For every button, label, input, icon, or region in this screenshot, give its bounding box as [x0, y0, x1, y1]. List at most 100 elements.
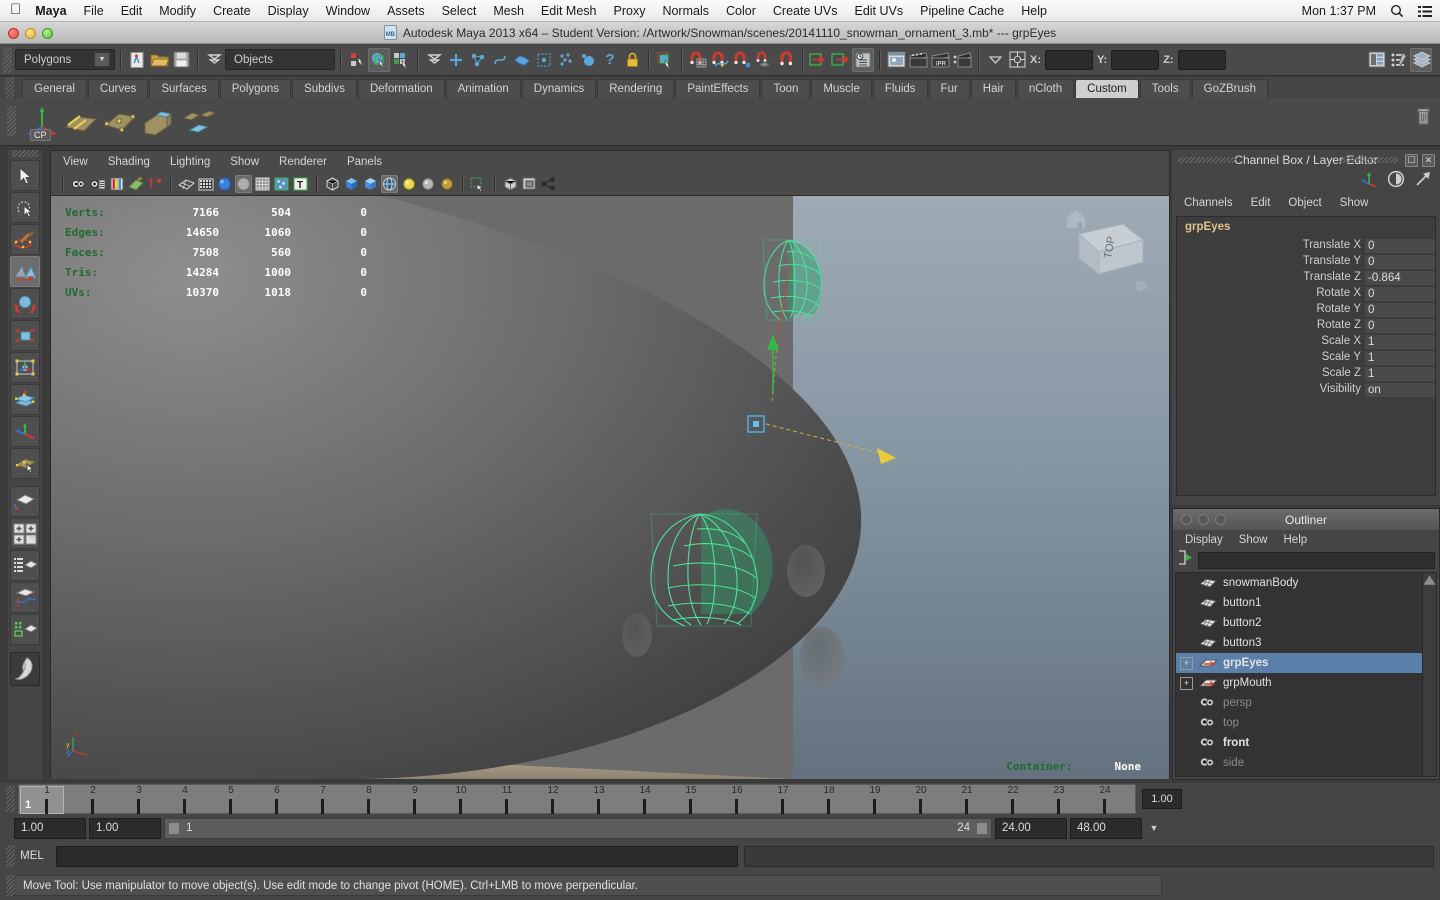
toggle-attribute-editor-button[interactable]	[1366, 48, 1388, 72]
default-light-icon[interactable]	[400, 175, 417, 193]
shelf-tab-fluids[interactable]: Fluids	[872, 79, 928, 98]
select-by-object-type-button[interactable]	[368, 47, 390, 72]
new-scene-button[interactable]	[126, 48, 148, 72]
channel-box-menu-edit[interactable]: Edit	[1251, 197, 1271, 209]
osx-menu-help[interactable]: Help	[1021, 4, 1047, 18]
duplicate-view-icon[interactable]	[521, 175, 538, 193]
search-icon[interactable]	[1390, 4, 1404, 18]
soft-modification-tool[interactable]	[10, 384, 40, 415]
paint-select-tool[interactable]	[10, 224, 40, 255]
ipr-render-button[interactable]: IPR	[929, 48, 951, 72]
coord-z-field[interactable]	[1177, 49, 1226, 70]
shelf-item-crease-tool[interactable]	[63, 104, 99, 140]
outliner-search-input[interactable]	[1198, 551, 1435, 569]
single-perspective-layout[interactable]	[10, 486, 40, 517]
shelf-tab-polygons[interactable]: Polygons	[219, 79, 292, 98]
shelf-item-cp-axis[interactable]: CP	[24, 104, 60, 141]
shelf-tab-ncloth[interactable]: nCloth	[1016, 79, 1075, 98]
coord-x-field[interactable]	[1045, 49, 1093, 70]
particles-mask-button[interactable]	[555, 48, 577, 72]
osx-menu-modify[interactable]: Modify	[159, 4, 196, 18]
apple-icon[interactable]: 	[10, 2, 21, 17]
render-view-button[interactable]	[885, 48, 907, 72]
outliner-item-top[interactable]: top	[1176, 713, 1436, 733]
animation-start-field[interactable]: 1.00	[14, 817, 86, 839]
osx-menu-select[interactable]: Select	[442, 4, 477, 18]
viewport-canvas[interactable]: TOP Verts: 7166 504 0 Edges: 14650 1060 …	[51, 196, 1169, 779]
time-slider-track[interactable]: 1 1 2 3 4 5 6 7 8 9 10 11 12 13 14 15 16…	[18, 784, 1136, 814]
show-manipulator-tool[interactable]	[10, 416, 40, 447]
shelf-tab-surfaces[interactable]: Surfaces	[149, 79, 219, 98]
coord-y-field[interactable]	[1111, 49, 1160, 70]
osx-menu-create-uvs[interactable]: Create UVs	[773, 4, 838, 18]
render-current-frame-button[interactable]	[907, 48, 929, 72]
curve-mask-button[interactable]	[489, 48, 511, 72]
shelf-tab-toon[interactable]: Toon	[761, 79, 811, 98]
shelf-tab-hair[interactable]: Hair	[970, 79, 1016, 98]
camera-attributes-icon[interactable]	[89, 175, 106, 193]
grid-toggle-icon[interactable]	[502, 175, 519, 193]
chevron-down-icon[interactable]	[984, 48, 1006, 72]
outliner-minimize-button[interactable]	[1198, 514, 1209, 525]
shelf-tab-fur[interactable]: Fur	[928, 79, 970, 98]
time-slider-grip[interactable]	[6, 786, 15, 812]
maximize-window-button[interactable]	[42, 27, 53, 39]
toggle-channel-box-button[interactable]	[1410, 47, 1432, 72]
four-view-layout[interactable]	[10, 518, 40, 549]
outliner-maximize-button[interactable]	[1215, 514, 1226, 525]
help-line-grip[interactable]	[6, 875, 15, 896]
component-mask-menu[interactable]	[423, 48, 445, 72]
outliner-item-button1[interactable]: button1	[1176, 593, 1436, 613]
outliner-scrollbar[interactable]	[1422, 573, 1436, 776]
list-icon[interactable]	[1418, 5, 1432, 18]
outliner-item-grpmouth[interactable]: + grpMouth	[1176, 673, 1436, 693]
expand-toggle-icon[interactable]: +	[1180, 676, 1193, 690]
shelf-tab-painteffects[interactable]: PaintEffects	[675, 79, 761, 98]
osx-menu-color[interactable]: Color	[726, 4, 756, 18]
shelf-tab-dynamics[interactable]: Dynamics	[521, 79, 597, 98]
channel-box-menu-object[interactable]: Object	[1288, 197, 1321, 209]
save-scene-button[interactable]	[170, 48, 192, 72]
clock-icon[interactable]	[1387, 170, 1405, 193]
scale-tool[interactable]	[10, 320, 40, 351]
faces-mask-button[interactable]	[511, 48, 533, 72]
osx-menu-edit-uvs[interactable]: Edit UVs	[854, 4, 903, 18]
osx-menu-assets[interactable]: Assets	[387, 4, 425, 18]
shelf-trash-icon[interactable]	[1417, 108, 1430, 131]
outliner-item-grpeyes[interactable]: + grpEyes	[1176, 653, 1436, 673]
minimize-window-button[interactable]	[25, 27, 36, 39]
osx-menu-normals[interactable]: Normals	[662, 4, 709, 18]
select-camera-icon[interactable]	[70, 175, 87, 193]
shelf-tab-deformation[interactable]: Deformation	[357, 79, 445, 98]
paint-effects-logo[interactable]	[10, 652, 40, 686]
smooth-shade-all-icon[interactable]	[197, 175, 214, 193]
viewport-menu-lighting[interactable]: Lighting	[170, 156, 210, 168]
selection-mask-menu[interactable]	[203, 48, 225, 72]
channel-value[interactable]: 0	[1365, 253, 1435, 269]
channel-value[interactable]: -0.864	[1365, 269, 1435, 285]
range-end-field[interactable]: 24.00	[995, 817, 1067, 839]
shelf-tab-gozbrush[interactable]: GoZBrush	[1191, 79, 1269, 98]
restore-icon[interactable]: ☐	[1405, 153, 1418, 167]
shelf-grip[interactable]	[5, 77, 14, 98]
osx-menu-maya[interactable]: Maya	[35, 4, 66, 18]
toolbox-grip[interactable]	[12, 150, 38, 157]
select-by-hierarchy-button[interactable]	[346, 48, 368, 72]
text-display-icon[interactable]: T	[292, 175, 309, 193]
isolate-select-icon[interactable]	[470, 175, 487, 193]
select-by-component-type-button[interactable]	[390, 48, 412, 72]
handles-mask-button[interactable]	[445, 48, 467, 72]
snap-to-grid-button[interactable]	[687, 48, 709, 72]
command-output[interactable]	[744, 845, 1434, 867]
viewport-menu-shading[interactable]: Shading	[108, 156, 150, 168]
shelf-tab-animation[interactable]: Animation	[445, 79, 521, 98]
rotate-tool[interactable]	[10, 288, 40, 319]
flat-shade-icon[interactable]	[235, 175, 252, 193]
shelf-tab-tools[interactable]: Tools	[1139, 79, 1191, 98]
osx-menu-proxy[interactable]: Proxy	[614, 4, 646, 18]
outliner-menu-show[interactable]: Show	[1239, 534, 1268, 546]
channel-box-menu-show[interactable]: Show	[1340, 197, 1369, 209]
highlight-selection-mode-button[interactable]	[654, 48, 676, 72]
channel-value[interactable]: 1	[1365, 349, 1435, 365]
share-view-icon[interactable]	[540, 175, 557, 193]
